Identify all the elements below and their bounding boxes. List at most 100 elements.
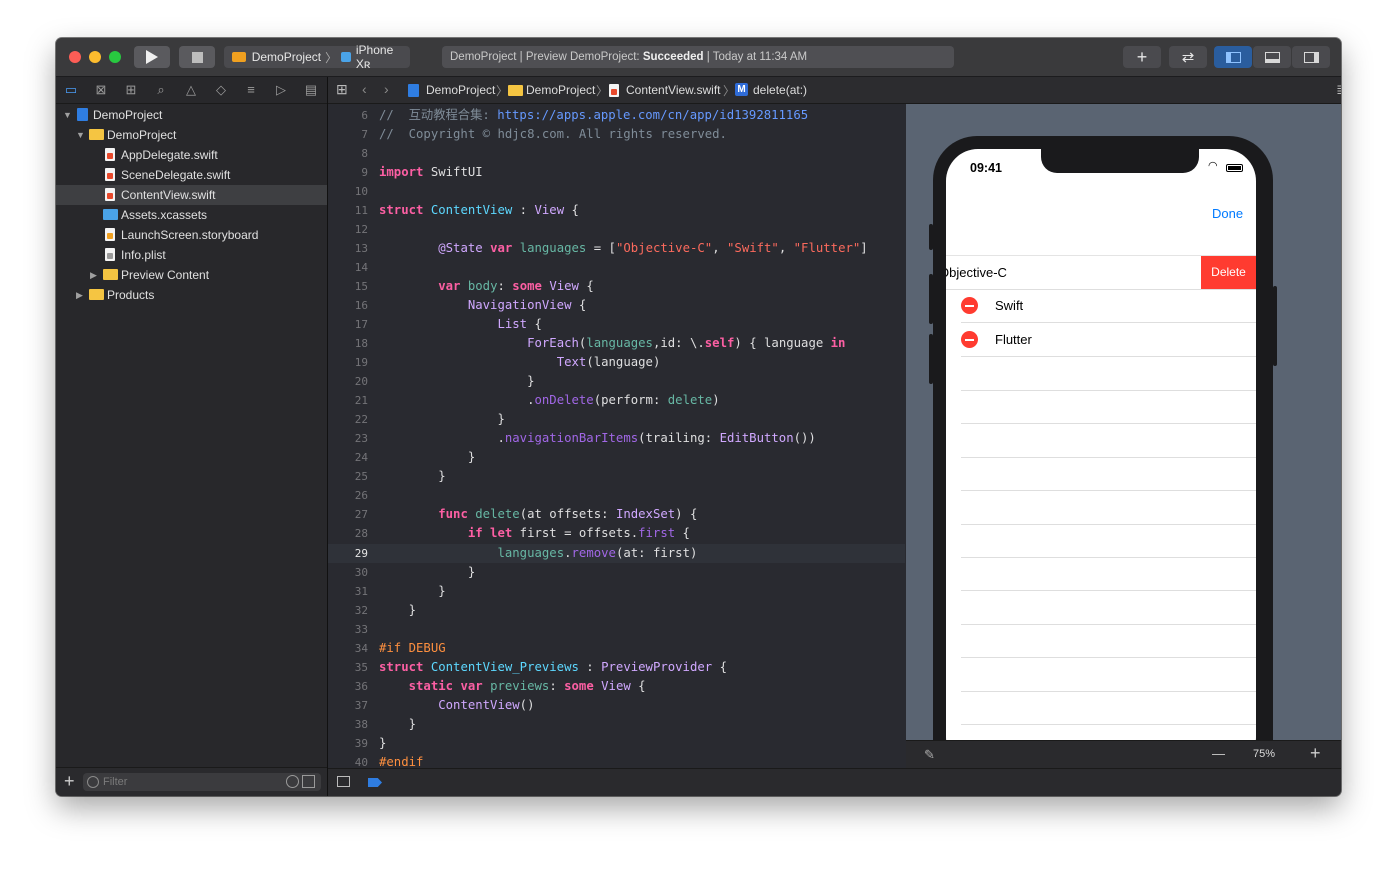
minimize-window-button[interactable] [89, 51, 101, 63]
code-line[interactable]: List { [379, 315, 541, 334]
tree-item-file[interactable]: Assets.xcassets [56, 205, 327, 225]
breadcrumb-symbol[interactable]: delete(at:) [753, 83, 807, 97]
test-icon[interactable]: ◇ [212, 82, 230, 98]
code-line[interactable]: func delete(at offsets: IndexSet) { [379, 505, 697, 524]
breadcrumb-file[interactable]: ContentView.swift [626, 83, 721, 97]
zoom-in-button[interactable]: + [1310, 743, 1321, 764]
toggle-debug-area-button[interactable] [1253, 46, 1291, 68]
back-chevron-icon[interactable]: ‹ [362, 81, 367, 97]
code-line[interactable]: languages.remove(at: first) [379, 544, 697, 563]
code-line[interactable]: struct ContentView_Previews : PreviewPro… [379, 658, 727, 677]
delete-control-icon[interactable] [961, 331, 978, 348]
code-line[interactable]: } [379, 448, 475, 467]
breakpoints-toggle-icon[interactable] [368, 778, 382, 787]
debug-icon[interactable]: ≡ [242, 82, 260, 98]
editor-options-icon[interactable]: ≣ [1336, 81, 1341, 98]
code-line[interactable]: struct ContentView : View { [379, 201, 579, 220]
tree-item-project[interactable]: ▼ DemoProject [56, 105, 327, 125]
breadcrumb-group[interactable]: DemoProject [526, 83, 595, 97]
preview-canvas: 09:41 ◠ Done Objective-C Delete Swift Fl… [906, 104, 1341, 740]
code-line[interactable]: static var previews: some View { [379, 677, 646, 696]
tree-item-file[interactable]: SceneDelegate.swift [56, 165, 327, 185]
code-line[interactable]: } [379, 467, 445, 486]
close-window-button[interactable] [69, 51, 81, 63]
code-line[interactable]: } [379, 582, 445, 601]
tree-item-group[interactable]: ▶ Products [56, 285, 327, 305]
breadcrumb-project[interactable]: DemoProject [426, 83, 495, 97]
zoom-window-button[interactable] [109, 51, 121, 63]
code-line[interactable]: ForEach(languages,id: \.self) { language… [379, 334, 845, 353]
filter-input[interactable]: Filter [83, 773, 321, 791]
delete-control-icon[interactable] [961, 297, 978, 314]
code-line[interactable]: } [379, 372, 534, 391]
tree-item-group[interactable]: ▶ Preview Content [56, 265, 327, 285]
recent-files-icon[interactable] [286, 775, 299, 788]
tree-item-file[interactable]: LaunchScreen.storyboard [56, 225, 327, 245]
list-row[interactable]: Swift [961, 289, 1256, 323]
stop-button[interactable] [179, 46, 215, 68]
tree-item-file[interactable]: Info.plist [56, 245, 327, 265]
scm-filter-icon[interactable] [302, 775, 315, 788]
zoom-out-button[interactable]: — [1212, 746, 1225, 761]
code-line[interactable]: .onDelete(perform: delete) [379, 391, 720, 410]
folder-icon[interactable]: ▭ [62, 82, 80, 98]
folder-icon [508, 85, 523, 96]
toggle-inspector-button[interactable] [1292, 46, 1330, 68]
zoom-level[interactable]: 75% [1253, 748, 1275, 760]
line-number: 20 [354, 375, 368, 388]
related-items-icon[interactable]: ⊞ [336, 81, 348, 98]
tree-item-label: Products [107, 288, 155, 302]
tree-item-label: LaunchScreen.storyboard [121, 228, 259, 242]
code-line[interactable]: // Copyright © hdjc8.com. All rights res… [379, 125, 727, 144]
line-number: 21 [354, 394, 368, 407]
image-icon[interactable] [337, 776, 350, 787]
tree-item-group[interactable]: ▼ DemoProject [56, 125, 327, 145]
source-control-icon[interactable]: ⊠ [92, 82, 110, 98]
search-icon[interactable]: ⌕ [152, 82, 170, 98]
add-file-button[interactable]: + [64, 771, 75, 792]
report-icon[interactable]: ▤ [302, 82, 320, 98]
run-button[interactable] [134, 46, 170, 68]
code-line[interactable]: if let first = offsets.first { [379, 524, 690, 543]
line-number: 17 [354, 318, 368, 331]
code-line[interactable]: var body: some View { [379, 277, 594, 296]
volume-down-button [929, 334, 933, 384]
warning-icon[interactable]: △ [182, 82, 200, 98]
disclosure-open-icon: ▼ [76, 130, 85, 140]
disclosure-closed-icon: ▶ [76, 290, 83, 300]
volume-up-button [929, 274, 933, 324]
code-line[interactable]: #if DEBUG [379, 639, 446, 658]
tree-item-file-selected[interactable]: ContentView.swift [56, 185, 327, 205]
code-line[interactable]: import SwiftUI [379, 163, 483, 182]
list-row[interactable]: Flutter [961, 323, 1256, 357]
swift-file-icon [609, 84, 619, 97]
code-line[interactable]: } [379, 410, 504, 429]
code-line[interactable]: #endif [379, 753, 423, 767]
code-line[interactable]: NavigationView { [379, 296, 586, 315]
code-line[interactable]: } [379, 601, 416, 620]
breakpoint-icon[interactable]: ▷ [272, 82, 290, 98]
code-line[interactable]: .navigationBarItems(trailing: EditButton… [379, 429, 815, 448]
scheme-selector[interactable]: DemoProject 〉 iPhone Xʀ [224, 43, 410, 71]
chevron-right-icon: 〉 [325, 50, 338, 65]
code-review-button[interactable]: ⇄ [1169, 46, 1207, 68]
code-line[interactable]: } [379, 715, 416, 734]
symbol-icon[interactable]: ⊞ [122, 82, 140, 98]
toggle-navigator-button[interactable] [1214, 46, 1252, 68]
delete-button[interactable]: Delete [1201, 256, 1256, 289]
code-line[interactable]: ContentView() [379, 696, 534, 715]
delete-label: Delete [1211, 265, 1246, 279]
code-line[interactable]: Text(language) [379, 353, 661, 372]
list-row-swiped[interactable]: Objective-C Delete [946, 255, 1256, 290]
code-line[interactable]: // 互动教程合集: https://apps.apple.com/cn/app… [379, 106, 808, 125]
tree-item-label: DemoProject [93, 108, 163, 122]
code-line[interactable]: } [379, 563, 475, 582]
pin-icon[interactable]: ✎ [924, 747, 935, 763]
code-line[interactable]: } [379, 734, 386, 753]
source-editor[interactable]: 6 7 8 9 10 11 12 13 14 15 16 17 18 19 20… [328, 104, 905, 767]
forward-chevron-icon[interactable]: › [384, 81, 389, 97]
library-button[interactable]: + [1123, 46, 1161, 68]
code-line[interactable]: @State var languages = ["Objective-C", "… [379, 239, 867, 258]
tree-item-file[interactable]: AppDelegate.swift [56, 145, 327, 165]
done-button[interactable]: Done [1212, 206, 1243, 221]
